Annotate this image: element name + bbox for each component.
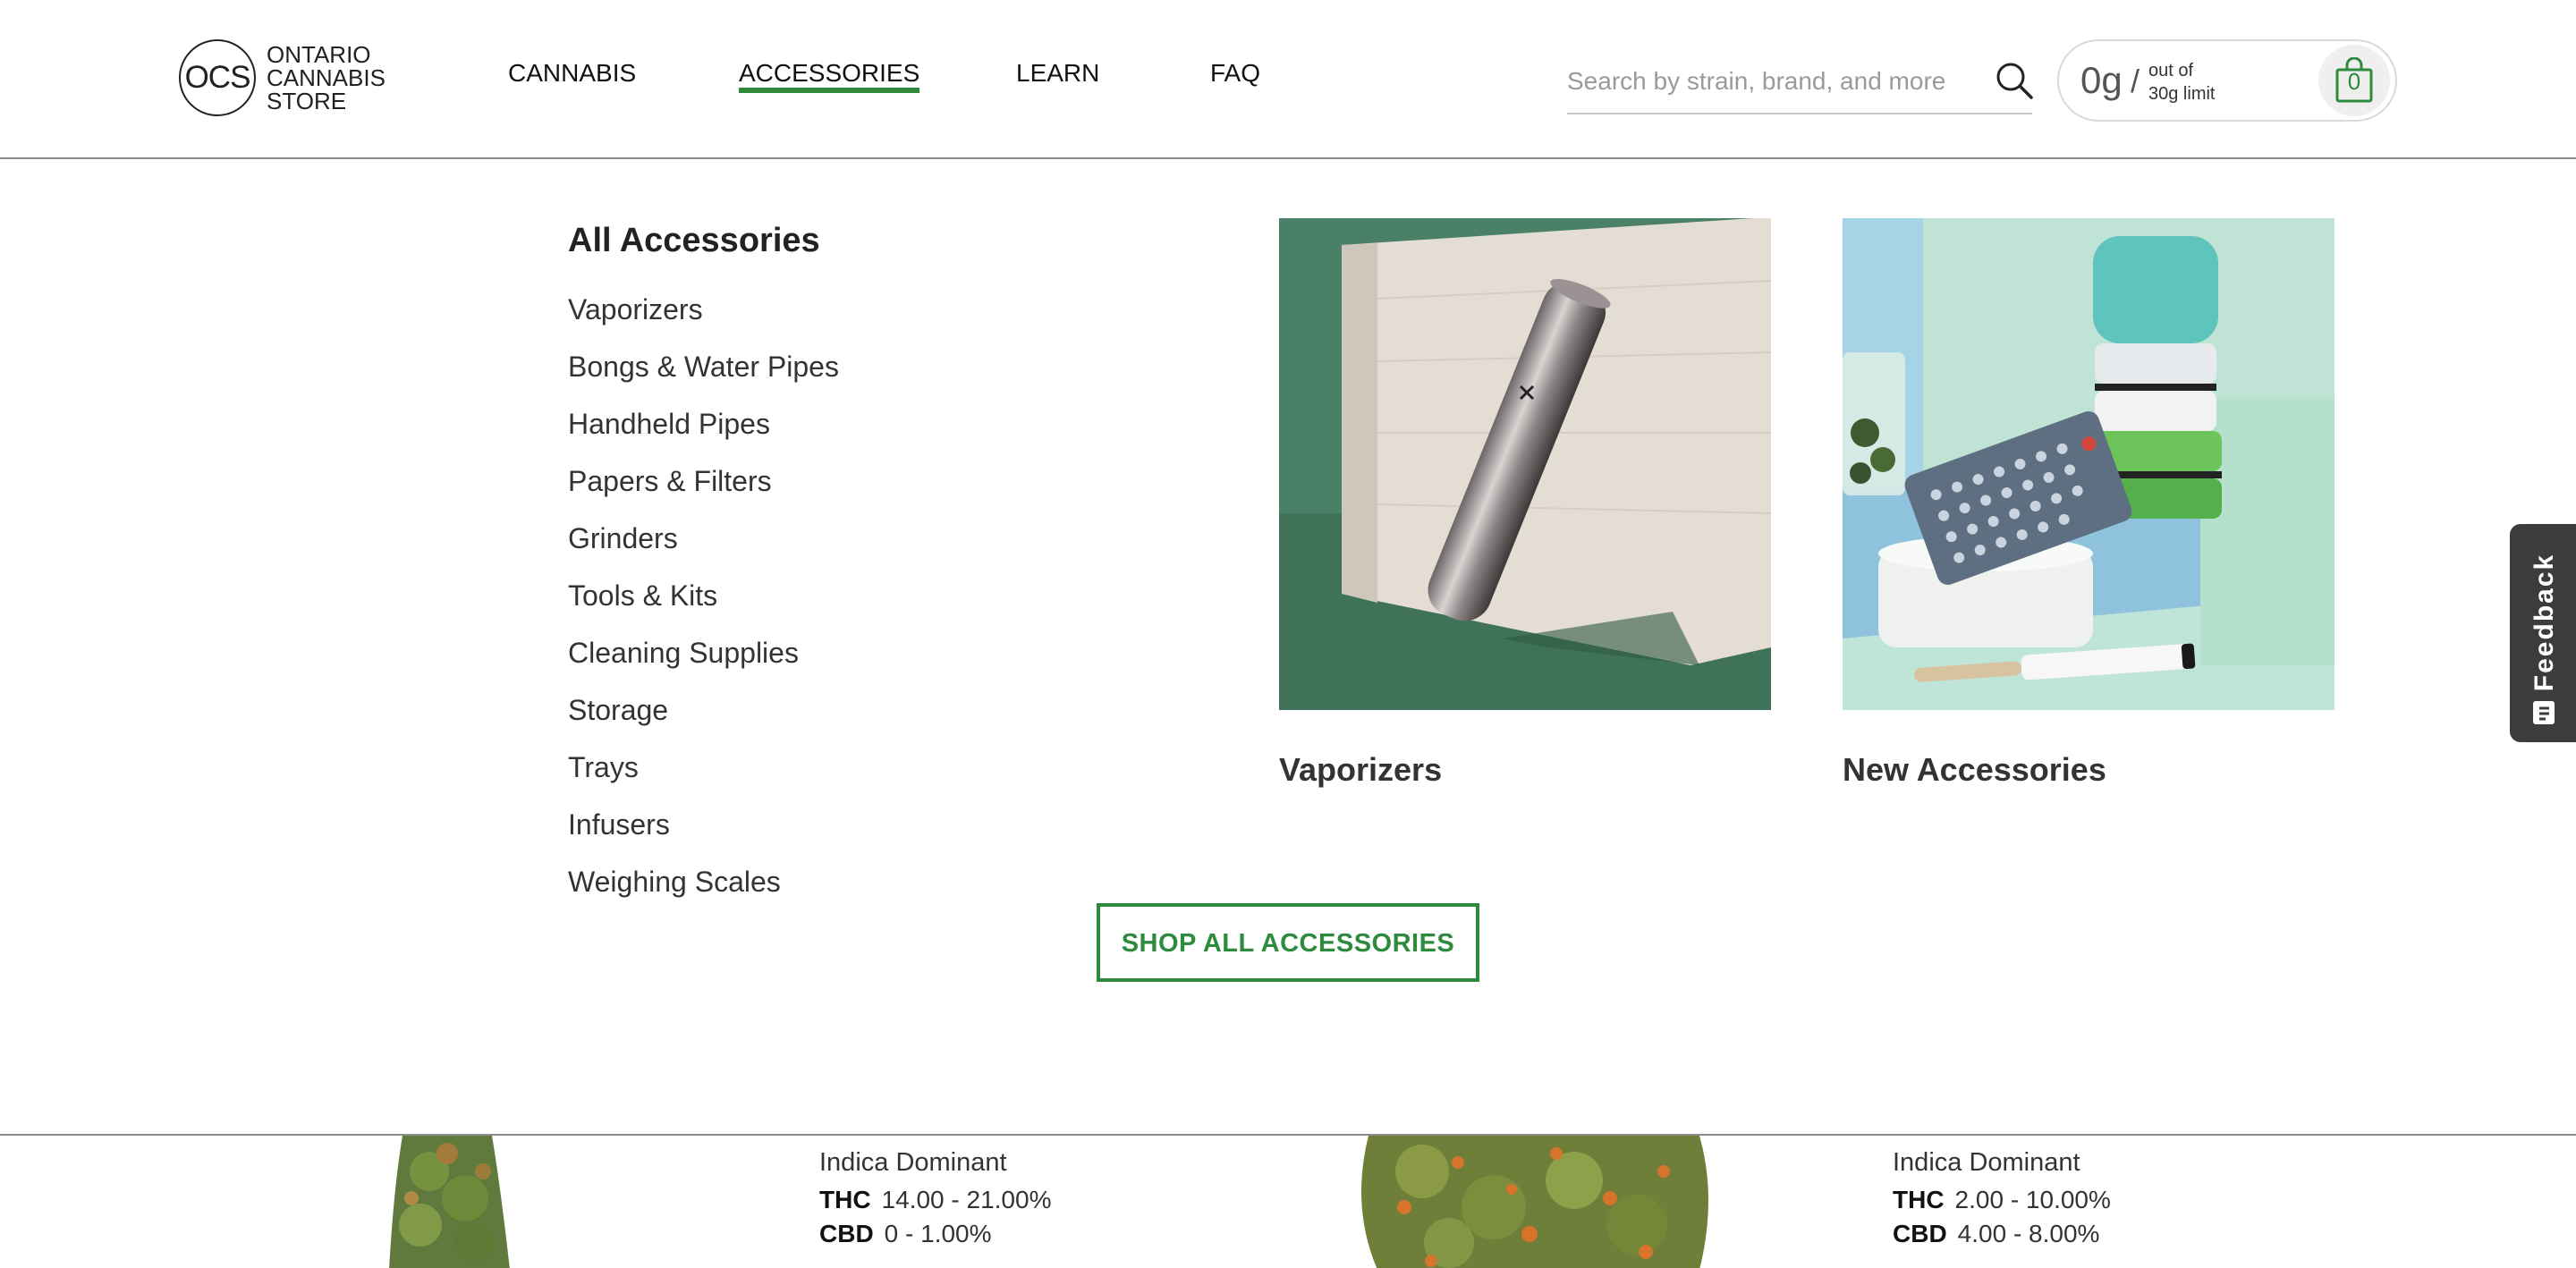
limit-amount: 0g bbox=[2080, 59, 2123, 101]
cbd-label: CBD bbox=[1893, 1220, 1947, 1247]
shop-all-accessories-button[interactable]: SHOP ALL ACCESSORIES bbox=[1097, 903, 1479, 982]
logo-line-3: STORE bbox=[267, 88, 347, 114]
product-image bbox=[389, 1136, 510, 1268]
nav-learn[interactable]: LEARN bbox=[1016, 59, 1099, 88]
site-header: OCS ONTARIO CANNABIS STORE CANNABIS ACCE… bbox=[0, 0, 2576, 159]
product-card[interactable]: Indica Dominant THC 14.00 - 21.00% CBD 0 -… bbox=[0, 1136, 1073, 1268]
nav-accessories[interactable]: ACCESSORIES bbox=[739, 59, 920, 93]
feedback-tab[interactable]: Feedback bbox=[2510, 524, 2576, 742]
search-bar bbox=[1567, 55, 2034, 114]
menu-item-storage[interactable]: Storage bbox=[568, 694, 839, 751]
cbd-value: 0 - 1.00% bbox=[884, 1220, 992, 1247]
purchase-limit-indicator[interactable]: 0g / out of 30g limit 0 bbox=[2057, 39, 2397, 122]
limit-text: out of 30g limit bbox=[2148, 59, 2215, 106]
limit-line-2: 30g limit bbox=[2148, 84, 2216, 104]
menu-item-cleaning-supplies[interactable]: Cleaning Supplies bbox=[568, 637, 839, 694]
menu-item-weighing-scales[interactable]: Weighing Scales bbox=[568, 866, 839, 923]
thc-label: THC bbox=[1893, 1186, 1945, 1213]
cart-button[interactable]: 0 bbox=[2318, 45, 2390, 116]
feature-card-new-accessories[interactable]: New Accessories bbox=[1843, 218, 2334, 789]
ocs-logo[interactable]: OCS ONTARIO CANNABIS STORE bbox=[179, 39, 411, 120]
logo-line-2: CANNABIS bbox=[267, 64, 386, 91]
vaporizer-image bbox=[1279, 218, 1771, 710]
product-type: Indica Dominant bbox=[1893, 1148, 2080, 1177]
cart-count: 0 bbox=[2347, 68, 2361, 95]
product-grid-peek: Indica Dominant THC 14.00 - 21.00% CBD 0 -… bbox=[0, 1134, 2576, 1268]
nav-cannabis[interactable]: CANNABIS bbox=[508, 59, 636, 88]
feedback-label: Feedback bbox=[2529, 553, 2559, 692]
menu-item-infusers[interactable]: Infusers bbox=[568, 808, 839, 866]
product-card[interactable]: Indica Dominant THC 2.00 - 10.00% CBD 4.00… bbox=[1073, 1136, 2147, 1268]
logo-wordmark: ONTARIO CANNABIS STORE bbox=[267, 43, 386, 113]
logo-mark: OCS bbox=[179, 39, 256, 116]
feature-label-vaporizers: Vaporizers bbox=[1279, 751, 1443, 788]
thc-label: THC bbox=[819, 1186, 871, 1213]
search-input[interactable] bbox=[1567, 59, 1961, 104]
cbd-value: 4.00 - 8.00% bbox=[1957, 1220, 2100, 1247]
feature-label-new-accessories: New Accessories bbox=[1843, 751, 2106, 788]
feature-card-vaporizers[interactable]: Vaporizers bbox=[1279, 218, 1771, 789]
accessories-category-list: Vaporizers Bongs & Water Pipes Handheld … bbox=[568, 293, 839, 923]
thc-value: 2.00 - 10.00% bbox=[1954, 1186, 2111, 1213]
product-thc: THC 14.00 - 21.00% bbox=[819, 1186, 1051, 1214]
menu-item-trays[interactable]: Trays bbox=[568, 751, 839, 808]
new-accessories-image bbox=[1843, 218, 2334, 710]
menu-heading-all-accessories[interactable]: All Accessories bbox=[568, 222, 820, 260]
feedback-icon bbox=[2533, 701, 2555, 724]
product-cbd: CBD 0 - 1.00% bbox=[819, 1220, 992, 1248]
product-type: Indica Dominant bbox=[819, 1148, 1007, 1177]
cbd-label: CBD bbox=[819, 1220, 874, 1247]
menu-item-handheld-pipes[interactable]: Handheld Pipes bbox=[568, 408, 839, 465]
menu-item-vaporizers[interactable]: Vaporizers bbox=[568, 293, 839, 351]
nav-faq[interactable]: FAQ bbox=[1210, 59, 1260, 88]
limit-slash: / bbox=[2131, 63, 2140, 99]
limit-line-1: out of bbox=[2148, 61, 2194, 80]
thc-value: 14.00 - 21.00% bbox=[881, 1186, 1052, 1213]
product-cbd: CBD 4.00 - 8.00% bbox=[1893, 1220, 2099, 1248]
menu-item-grinders[interactable]: Grinders bbox=[568, 522, 839, 579]
product-thc: THC 2.00 - 10.00% bbox=[1893, 1186, 2111, 1214]
product-image bbox=[1361, 1136, 1708, 1268]
menu-item-tools-kits[interactable]: Tools & Kits bbox=[568, 579, 839, 637]
logo-line-1: ONTARIO bbox=[267, 41, 371, 68]
search-icon[interactable] bbox=[1995, 61, 2034, 100]
menu-item-papers-filters[interactable]: Papers & Filters bbox=[568, 465, 839, 522]
menu-item-bongs-water-pipes[interactable]: Bongs & Water Pipes bbox=[568, 351, 839, 408]
